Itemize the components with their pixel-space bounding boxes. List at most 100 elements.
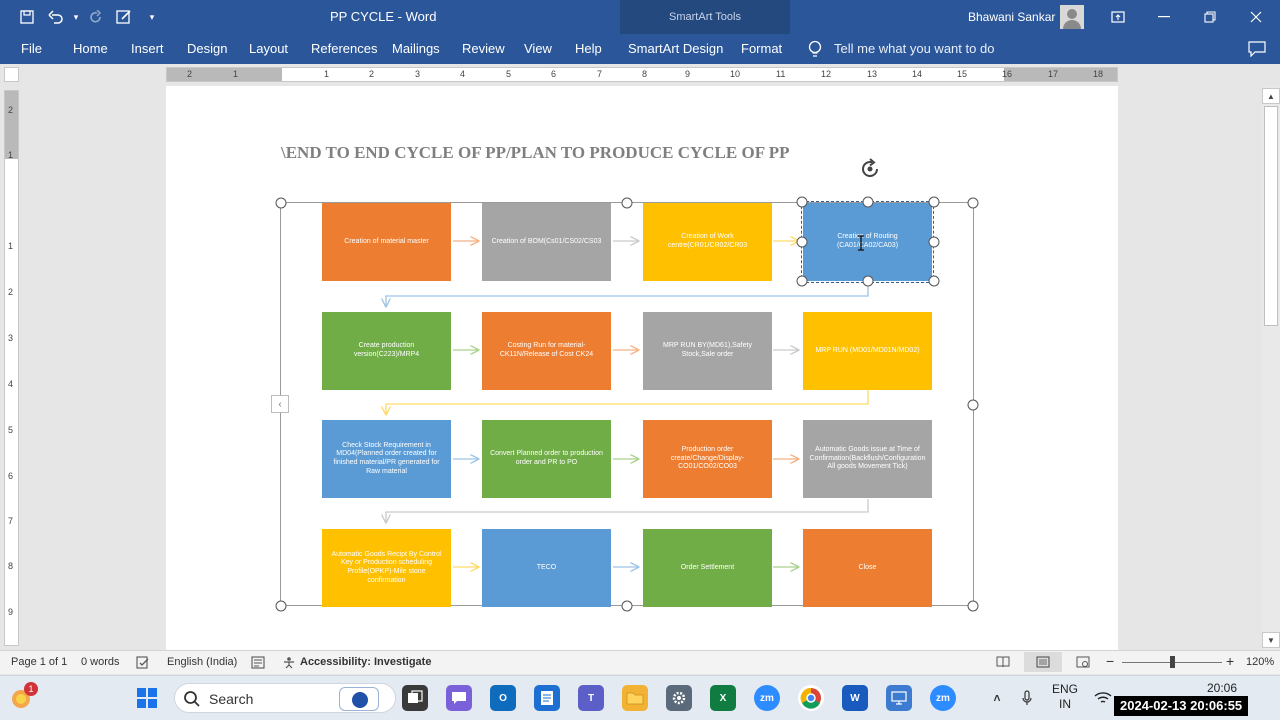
step-box[interactable]: MRP RUN BY(MD61),Safety Stock,Sale order [643, 312, 772, 390]
shape-resize-handle[interactable] [928, 275, 940, 287]
excel-icon[interactable]: X [710, 685, 736, 711]
zoom-app-icon[interactable]: zm [754, 685, 780, 711]
step-box[interactable]: TECO [482, 529, 611, 607]
tell-me-search[interactable]: Tell me what you want to do [834, 41, 994, 56]
resize-handle[interactable] [967, 399, 979, 411]
read-mode-icon[interactable] [996, 656, 1010, 671]
resize-handle[interactable] [275, 197, 287, 209]
redo-icon[interactable] [86, 7, 106, 27]
task-view-icon[interactable] [402, 685, 428, 711]
text-pane-toggle[interactable]: ‹ [271, 395, 289, 413]
step-box[interactable]: Convert Planned order to production orde… [482, 420, 611, 498]
word-count[interactable]: 0 words [81, 656, 120, 668]
step-box[interactable]: Creation of Work centre(CR01/CR02/CR03 [643, 203, 772, 281]
start-icon[interactable] [134, 685, 160, 711]
tab-home[interactable]: Home [73, 41, 108, 56]
undo-icon[interactable] [46, 7, 66, 27]
step-box[interactable]: Close [803, 529, 932, 607]
remote-desktop-icon[interactable] [886, 685, 912, 711]
shape-resize-handle[interactable] [928, 236, 940, 248]
shape-resize-handle[interactable] [796, 275, 808, 287]
resize-handle[interactable] [967, 600, 979, 612]
input-language[interactable]: ENG IN [1052, 682, 1078, 712]
shape-resize-handle[interactable] [928, 196, 940, 208]
language-status[interactable]: English (India) [167, 656, 237, 668]
resize-handle[interactable] [621, 600, 633, 612]
save-icon[interactable] [17, 7, 37, 27]
step-box[interactable]: Order Settlement [643, 529, 772, 607]
avatar[interactable] [1060, 5, 1084, 29]
edit-form-icon[interactable] [114, 7, 134, 27]
step-box[interactable]: Automatic Goods issue at Time of Confirm… [803, 420, 932, 498]
page-count[interactable]: Page 1 of 1 [11, 656, 67, 668]
user-name[interactable]: Bhawani Sankar [968, 10, 1055, 24]
chat-icon[interactable] [446, 685, 472, 711]
lightbulb-icon[interactable] [806, 39, 824, 59]
vertical-scrollbar[interactable]: ▲ ▼ [1262, 86, 1280, 650]
document-heading[interactable]: \END TO END CYCLE OF PP/PLAN TO PRODUCE … [281, 143, 789, 163]
chevron-up-icon[interactable]: ˄ [984, 685, 1010, 711]
scroll-down-icon[interactable]: ▼ [1262, 632, 1280, 648]
tab-review[interactable]: Review [462, 41, 505, 56]
zoom-app-icon[interactable]: zm [930, 685, 956, 711]
shape-resize-handle[interactable] [862, 196, 874, 208]
step-box[interactable]: Creation of material master [322, 203, 451, 281]
tab-file[interactable]: File [21, 41, 42, 56]
resize-handle[interactable] [621, 197, 633, 209]
tab-help[interactable]: Help [575, 41, 602, 56]
scroll-thumb[interactable] [1264, 106, 1278, 326]
step-box[interactable]: Creation of BOM(Cs01/CS02/CS03 [482, 203, 611, 281]
web-layout-icon[interactable] [1076, 656, 1090, 671]
teams-icon[interactable]: T [578, 685, 604, 711]
step-box[interactable]: Production order create/Change/Display-C… [643, 420, 772, 498]
file-explorer-icon[interactable] [622, 685, 648, 711]
zoom-slider-thumb[interactable] [1170, 656, 1175, 668]
step-box[interactable]: Costing Run for material-CK11N/Release o… [482, 312, 611, 390]
step-box[interactable]: MRP RUN (MD01/MD01N/MD02) [803, 312, 932, 390]
ribbon-display-options-icon[interactable] [1101, 5, 1135, 29]
restore-icon[interactable] [1193, 5, 1227, 29]
tab-format[interactable]: Format [741, 41, 782, 56]
shape-resize-handle[interactable] [796, 236, 808, 248]
comments-icon[interactable] [1248, 41, 1266, 58]
minimize-icon[interactable] [1147, 5, 1181, 29]
tab-layout[interactable]: Layout [249, 41, 288, 56]
tab-insert[interactable]: Insert [131, 41, 164, 56]
horizontal-ruler[interactable]: 2 1 1 2 3 4 5 6 7 8 9 10 11 12 13 14 15 … [166, 67, 1118, 82]
document-page[interactable]: \END TO END CYCLE OF PP/PLAN TO PRODUCE … [166, 86, 1118, 650]
tab-references[interactable]: References [311, 41, 377, 56]
microphone-icon[interactable] [1014, 685, 1040, 711]
outlook-icon[interactable]: O [490, 685, 516, 711]
zoom-level[interactable]: 120% [1246, 656, 1274, 668]
tab-mailings[interactable]: Mailings [392, 41, 440, 56]
rotate-handle-icon[interactable] [858, 157, 882, 181]
step-box-selected[interactable]: Creation of Routing (CA01/CA02/CA03) [801, 201, 934, 283]
search-highlight-image[interactable] [339, 687, 379, 711]
tab-view[interactable]: View [524, 41, 552, 56]
notepad-icon[interactable] [534, 685, 560, 711]
zoom-in-icon[interactable]: + [1226, 653, 1234, 669]
tab-smartart-design[interactable]: SmartArt Design [628, 41, 723, 56]
wifi-icon[interactable] [1090, 685, 1116, 711]
clock-time[interactable]: 20:06 [1207, 681, 1237, 695]
settings-gear-icon[interactable] [666, 685, 692, 711]
customize-toolbar-icon[interactable]: ▾ [142, 7, 162, 27]
scroll-up-icon[interactable]: ▲ [1262, 88, 1280, 104]
close-icon[interactable] [1239, 5, 1273, 29]
resize-handle[interactable] [275, 600, 287, 612]
taskbar-search[interactable]: Search [174, 683, 396, 713]
chrome-icon[interactable] [798, 685, 824, 711]
accessibility-icon[interactable] [283, 656, 297, 672]
word-icon[interactable]: W [842, 685, 868, 711]
step-box[interactable]: Create production version(C223)/MRP4 [322, 312, 451, 390]
text-predictions-icon[interactable] [251, 656, 265, 672]
shape-resize-handle[interactable] [862, 275, 874, 287]
step-box[interactable]: Automatic Goods Recipt By Control Key or… [322, 529, 451, 607]
tab-selector[interactable] [4, 67, 19, 82]
step-box[interactable]: Check Stock Requirement in MD04(Planned … [322, 420, 451, 498]
undo-dropdown-icon[interactable]: ▾ [66, 7, 86, 27]
shape-resize-handle[interactable] [796, 196, 808, 208]
tab-design[interactable]: Design [187, 41, 227, 56]
resize-handle[interactable] [967, 197, 979, 209]
print-layout-icon[interactable] [1024, 652, 1062, 672]
